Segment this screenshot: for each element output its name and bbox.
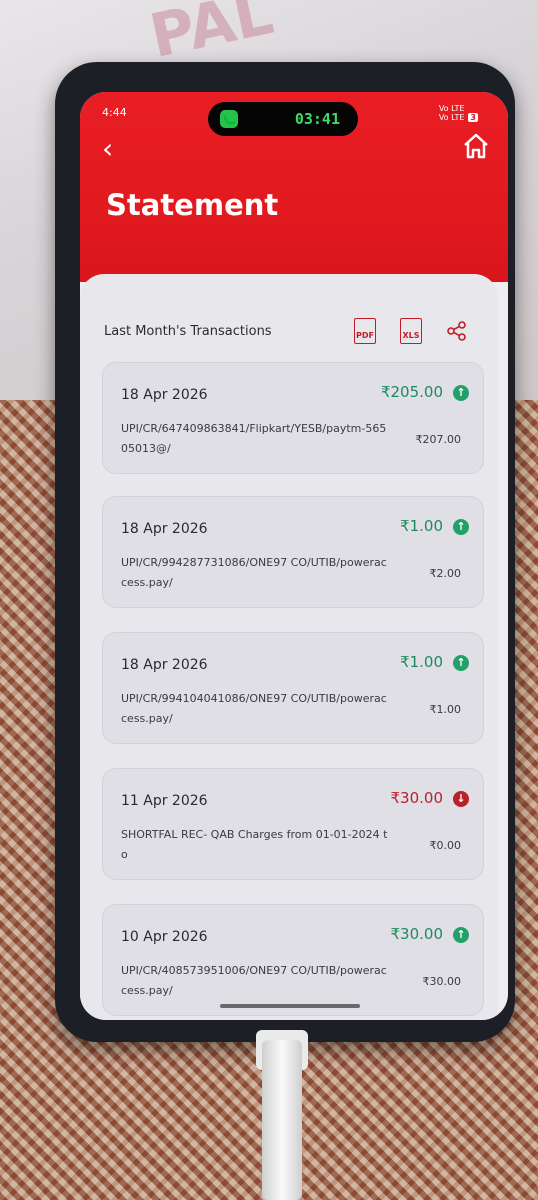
dynamic-island[interactable]: 03:41 [208, 102, 358, 136]
transaction-date: 18 Apr 2026 [121, 521, 208, 537]
status-time: 4:44 [102, 106, 127, 119]
home-indicator[interactable] [220, 1004, 360, 1008]
pdf-download-button[interactable]: PDF [350, 316, 380, 346]
transaction-balance: ₹30.00 [422, 975, 462, 988]
transaction-amount: ₹205.00 [380, 383, 443, 401]
credit-arrow-icon: ↑ [453, 385, 469, 401]
transaction-description: UPI/CR/994287731086/ONE97 CO/UTIB/powera… [121, 556, 387, 589]
phone-screen: 4:44 03:41 Vo LTE Vo LTE 3 ‹ Statement La… [80, 92, 508, 1020]
signal-text: Vo LTE Vo LTE [438, 104, 465, 122]
battery-level: 3 [468, 113, 478, 122]
credit-arrow-icon: ↑ [453, 927, 469, 943]
phone-call-icon [220, 110, 238, 128]
app-header: 4:44 03:41 Vo LTE Vo LTE 3 ‹ Statement [80, 92, 508, 282]
back-arrow-icon[interactable]: ‹ [102, 135, 124, 163]
usb-cable [262, 1040, 302, 1200]
transaction-description: SHORTFAL REC- QAB Charges from 01-01-202… [121, 828, 388, 861]
share-button[interactable] [442, 316, 472, 346]
transaction-date: 11 Apr 2026 [121, 793, 208, 809]
transaction-amount: ₹30.00 [390, 925, 444, 943]
xls-label: XLS [402, 331, 420, 340]
transaction-balance: ₹2.00 [429, 567, 462, 580]
debit-arrow-icon: ↓ [453, 791, 469, 807]
xls-icon: XLS [400, 318, 422, 344]
transaction-card[interactable]: 18 Apr 2026 ₹205.00 ↑ UPI/CR/64740986384… [102, 362, 484, 474]
pdf-icon: PDF [354, 318, 376, 344]
transaction-balance: ₹1.00 [429, 703, 462, 716]
home-icon[interactable] [462, 132, 490, 160]
transaction-balance: ₹0.00 [429, 839, 462, 852]
transaction-balance: ₹207.00 [415, 433, 462, 446]
transaction-description: UPI/CR/408573951006/ONE97 CO/UTIB/powera… [121, 964, 387, 997]
transaction-card[interactable]: 18 Apr 2026 ₹1.00 ↑ UPI/CR/994287731086/… [102, 496, 484, 608]
transaction-amount: ₹30.00 [390, 789, 444, 807]
transaction-amount: ₹1.00 [400, 653, 443, 671]
transactions-panel: Last Month's Transactions PDF XLS 18 Apr… [80, 274, 498, 1020]
pdf-label: PDF [356, 331, 374, 340]
credit-arrow-icon: ↑ [453, 655, 469, 671]
section-heading: Last Month's Transactions [104, 324, 272, 339]
xls-download-button[interactable]: XLS [396, 316, 426, 346]
credit-arrow-icon: ↑ [453, 519, 469, 535]
page-title: Statement [106, 188, 279, 222]
transaction-date: 18 Apr 2026 [121, 657, 208, 673]
transaction-date: 10 Apr 2026 [121, 929, 208, 945]
call-timer: 03:41 [294, 110, 340, 128]
transaction-card[interactable]: 18 Apr 2026 ₹1.00 ↑ UPI/CR/994104041086/… [102, 632, 484, 744]
transaction-card[interactable]: 10 Apr 2026 ₹30.00 ↑ UPI/CR/408573951006… [102, 904, 484, 1016]
status-icons: Vo LTE Vo LTE 3 [439, 104, 478, 122]
share-icon [447, 321, 466, 341]
transaction-date: 18 Apr 2026 [121, 387, 208, 403]
transaction-description: UPI/CR/994104041086/ONE97 CO/UTIB/powera… [121, 692, 387, 725]
transaction-amount: ₹1.00 [400, 517, 443, 535]
transaction-description: UPI/CR/647409863841/Flipkart/YESB/paytm-… [121, 422, 387, 455]
transaction-card[interactable]: 11 Apr 2026 ₹30.00 ↓ SHORTFAL REC- QAB C… [102, 768, 484, 880]
